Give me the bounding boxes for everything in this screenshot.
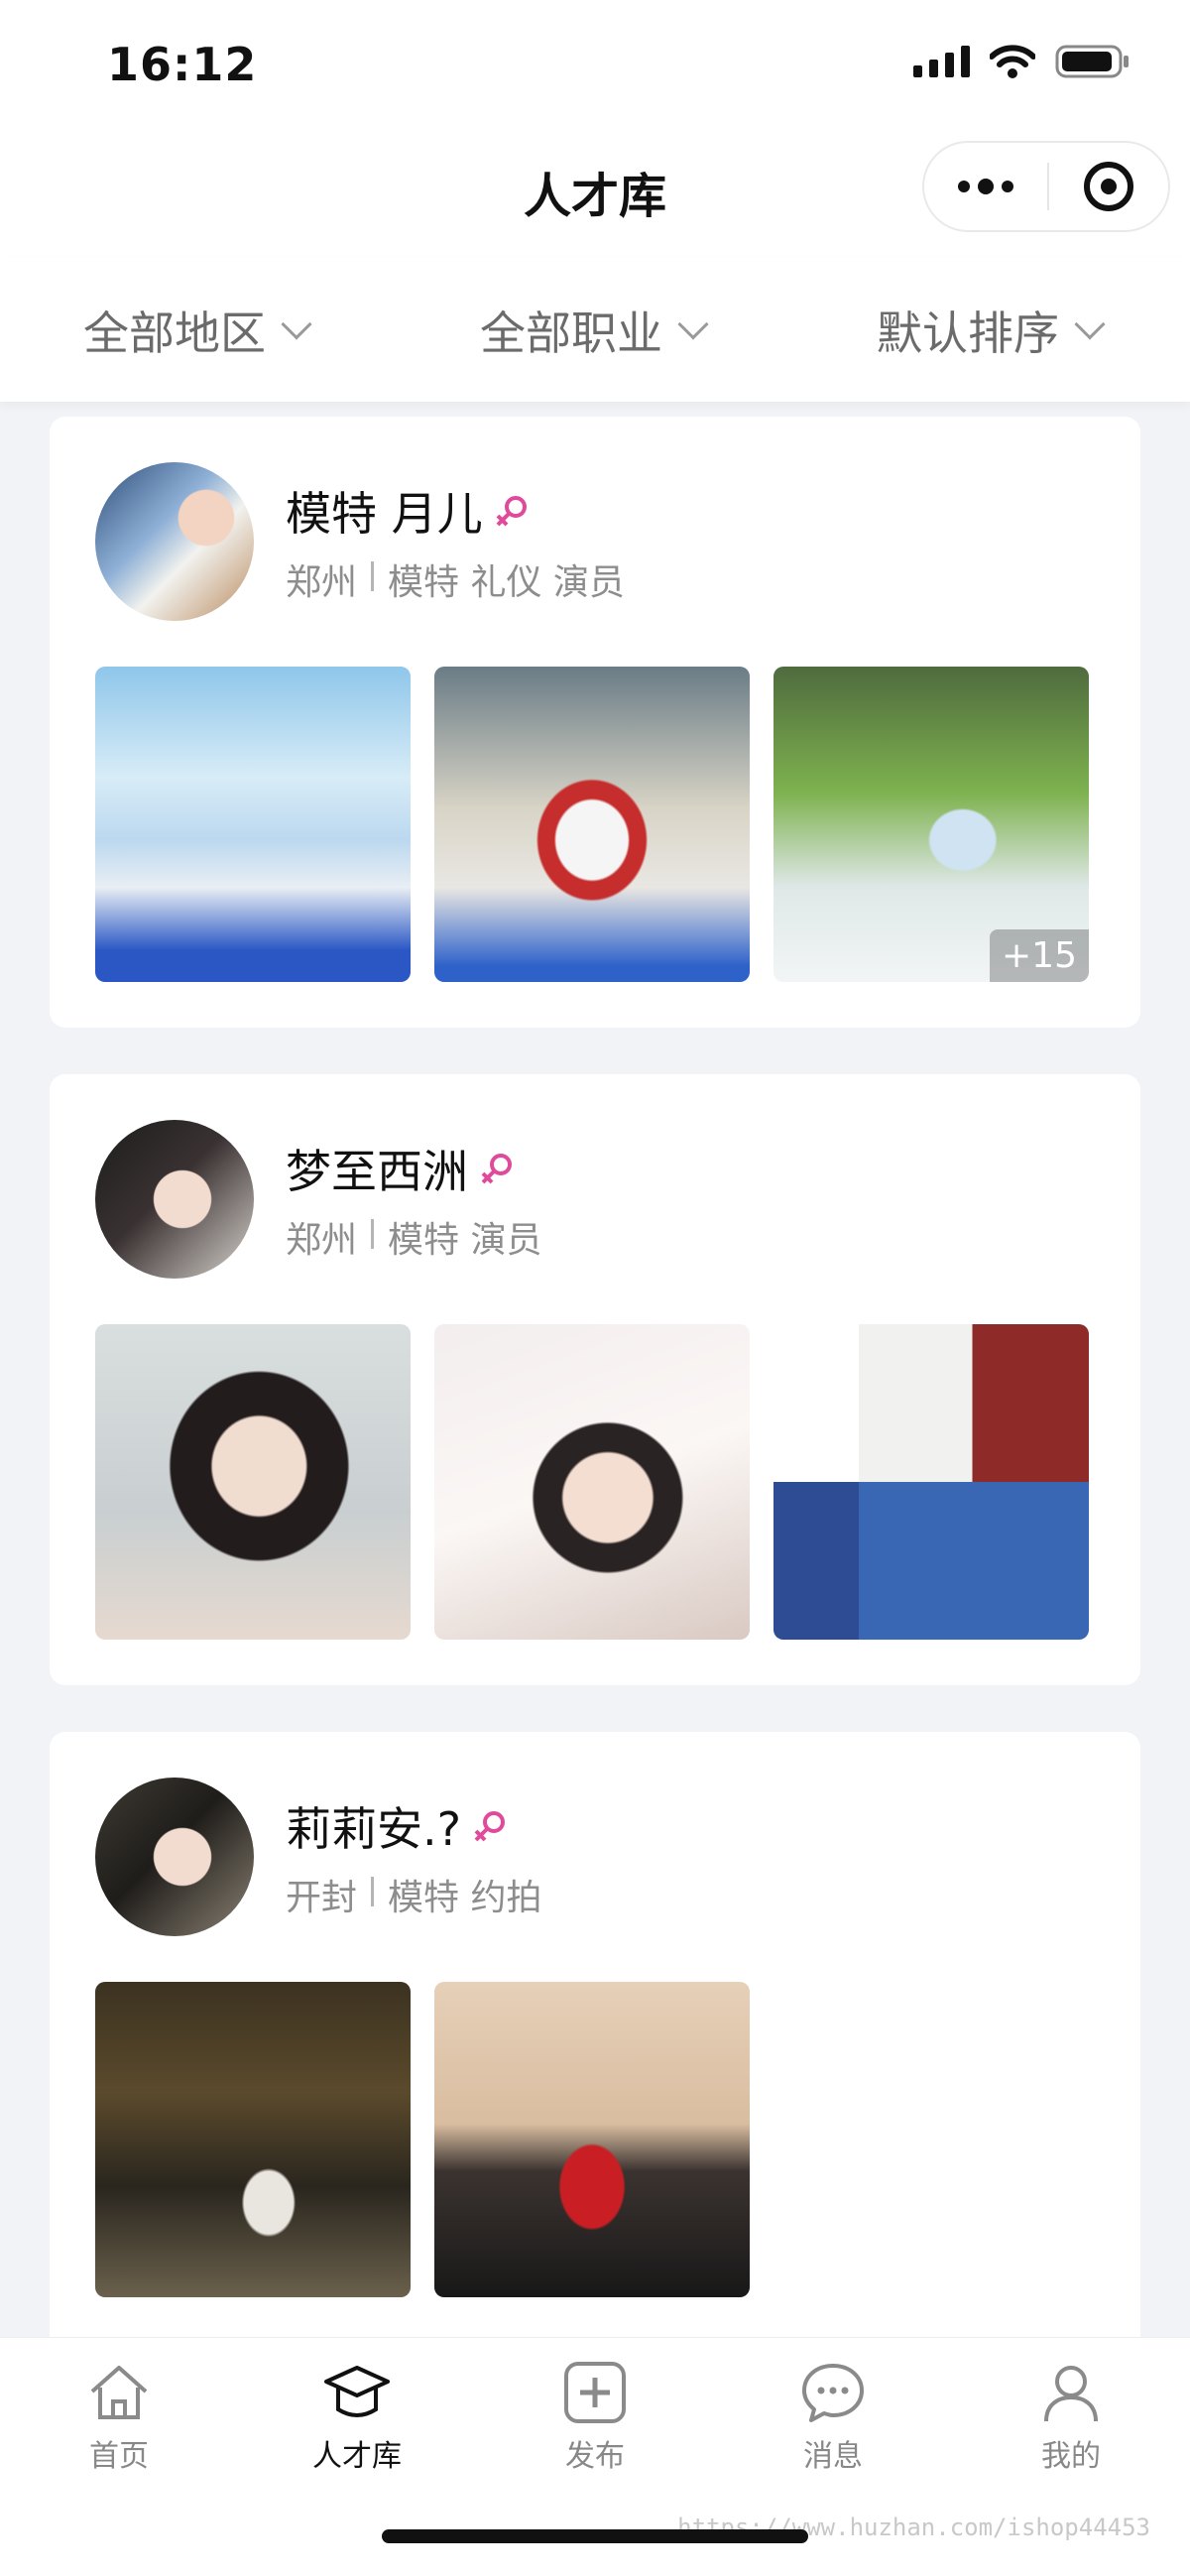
sort-filter-label: 默认排序 (877, 307, 1059, 360)
home-indicator[interactable] (382, 2529, 808, 2543)
avatar[interactable] (95, 1778, 254, 1936)
talent-meta: 郑州 模特 演员 (286, 1211, 541, 1263)
tab-label: 人才库 (312, 2439, 402, 2474)
tab-talent-library[interactable]: 人才库 (258, 2358, 456, 2475)
talent-name: 模特 月儿 (286, 487, 483, 541)
meta-separator (371, 561, 375, 591)
name-row: 模特 月儿 (286, 478, 531, 544)
name-row: 莉莉安.? (286, 1793, 509, 1859)
chevron-down-icon (1074, 308, 1106, 340)
wifi-icon (990, 45, 1035, 78)
profession-filter-label: 全部职业 (480, 307, 662, 360)
target-icon (1084, 162, 1133, 211)
talent-city: 郑州 (286, 1220, 358, 1261)
mini-program-capsule (922, 141, 1170, 232)
navigation-bar: 人才库 (0, 129, 1190, 258)
talent-roles: 模特 礼仪 演员 (388, 562, 625, 603)
talent-card[interactable]: 梦至西洲 郑州 模特 演员 (50, 1074, 1140, 1685)
profession-filter[interactable]: 全部职业 (480, 298, 709, 363)
talent-card[interactable]: 莉莉安.? 开封 模特 约拍 (50, 1732, 1140, 2387)
talent-city: 开封 (286, 1878, 358, 1918)
plus-square-icon (564, 2362, 626, 2423)
gallery-photo[interactable] (95, 1982, 411, 2297)
tab-label: 首页 (89, 2439, 149, 2474)
female-icon (474, 1811, 506, 1842)
photo-gallery: +15 (95, 667, 1089, 982)
tab-label: 我的 (1041, 2439, 1101, 2474)
status-time: 16:12 (107, 38, 258, 91)
meta-separator (371, 1877, 375, 1906)
gallery-photo[interactable] (95, 1324, 411, 1640)
home-icon (90, 2366, 148, 2419)
tab-profile[interactable]: 我的 (972, 2358, 1170, 2475)
user-icon (1044, 2366, 1098, 2422)
gallery-photo[interactable] (95, 667, 411, 982)
name-row: 梦至西洲 (286, 1136, 516, 1201)
talent-name: 莉莉安.? (286, 1802, 462, 1856)
avatar[interactable] (95, 462, 254, 621)
tab-publish[interactable]: 发布 (496, 2358, 694, 2475)
gallery-photo[interactable] (434, 1982, 750, 2297)
talent-roles: 模特 演员 (388, 1220, 542, 1261)
status-bar: 16:12 (0, 0, 1190, 129)
filter-bar: 全部地区 全部职业 默认排序 (0, 258, 1190, 402)
avatar[interactable] (95, 1120, 254, 1279)
tab-label: 消息 (803, 2439, 863, 2474)
talent-roles: 模特 约拍 (388, 1878, 542, 1918)
chat-bubble-icon (802, 2364, 864, 2422)
status-icons (913, 44, 1130, 79)
gallery-photo[interactable]: +15 (774, 667, 1089, 982)
gallery-photo[interactable] (434, 1324, 750, 1640)
region-filter[interactable]: 全部地区 (83, 298, 312, 363)
talent-meta: 开封 模特 约拍 (286, 1869, 541, 1920)
gallery-photo[interactable] (434, 667, 750, 982)
talent-library-page: 16:12 人才库 全部地区 全部职业 默认排序 模特 月儿 郑州 模特 礼仪 … (0, 0, 1190, 2576)
tab-label: 发布 (565, 2439, 625, 2474)
gallery-photo[interactable] (774, 1324, 1089, 1640)
photo-gallery (95, 1324, 1089, 1640)
talent-city: 郑州 (286, 562, 358, 603)
chevron-down-icon (677, 308, 709, 340)
graduation-cap-icon (324, 2366, 390, 2417)
tab-home[interactable]: 首页 (20, 2358, 218, 2475)
chevron-down-icon (281, 308, 312, 340)
cellular-signal-icon (913, 46, 970, 77)
photo-gallery (95, 1982, 750, 2297)
battery-icon (1055, 44, 1130, 79)
talent-card[interactable]: 模特 月儿 郑州 模特 礼仪 演员 +15 (50, 417, 1140, 1028)
female-icon (481, 1154, 512, 1184)
meta-separator (371, 1219, 375, 1249)
sort-filter[interactable]: 默认排序 (877, 298, 1106, 363)
talent-meta: 郑州 模特 礼仪 演员 (286, 553, 625, 605)
talent-name: 梦至西洲 (286, 1145, 468, 1198)
tab-messages[interactable]: 消息 (734, 2358, 932, 2475)
more-photos-count: +15 (990, 929, 1089, 982)
more-options-button[interactable] (924, 143, 1047, 230)
region-filter-label: 全部地区 (83, 307, 266, 360)
female-icon (496, 496, 527, 527)
close-mini-program-button[interactable] (1049, 162, 1168, 211)
